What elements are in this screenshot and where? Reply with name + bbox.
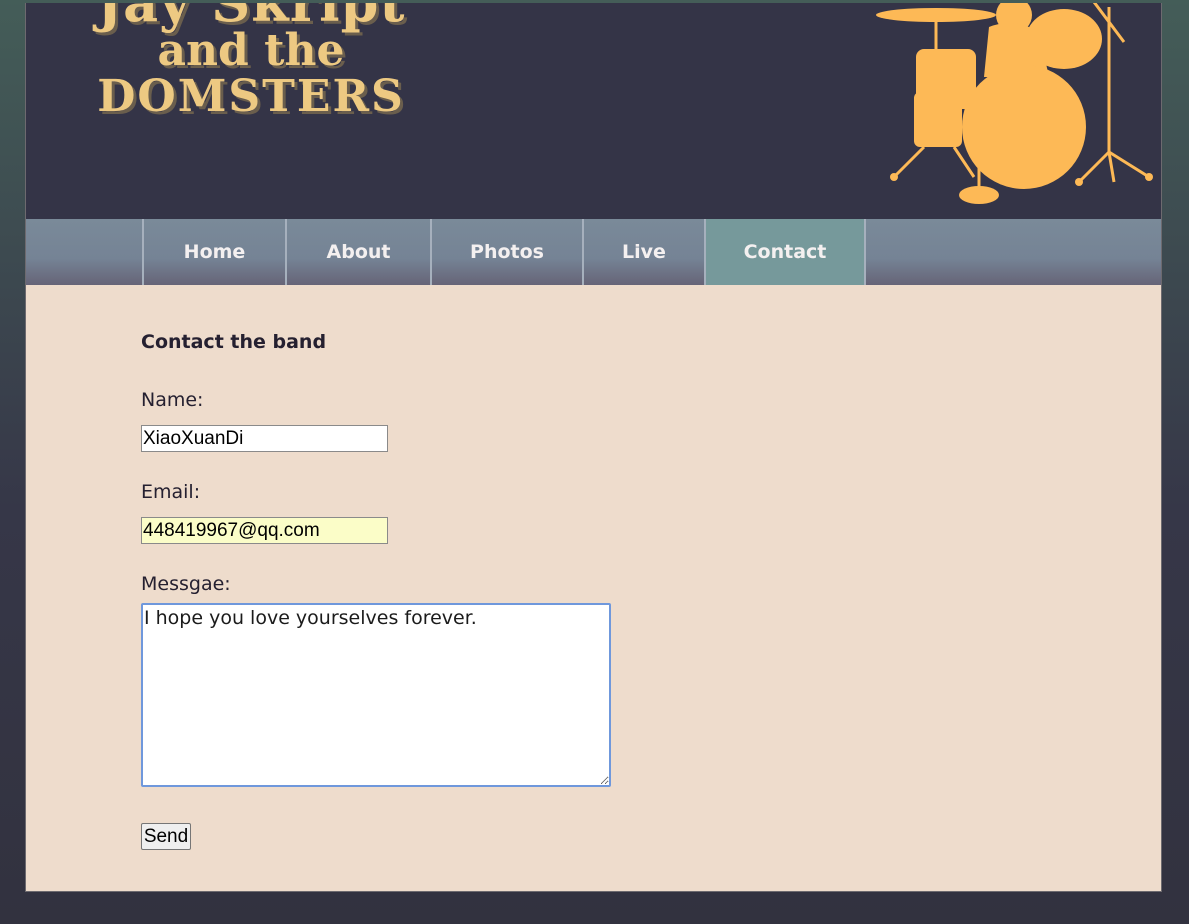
nav-item-home[interactable]: Home: [142, 219, 285, 285]
nav-item-contact[interactable]: Contact: [704, 219, 866, 285]
band-logo[interactable]: Jay Skript and the DOMSTERS: [71, 3, 431, 119]
page-container: Jay Skript and the DOMSTERS: [25, 3, 1162, 892]
drum-kit-icon: [876, 3, 1153, 204]
page-title: Contact the band: [141, 331, 327, 353]
site-header: Jay Skript and the DOMSTERS: [26, 3, 1161, 219]
logo-line-2: and the: [157, 25, 345, 76]
name-label: Name:: [141, 389, 204, 411]
logo-line-3: DOMSTERS: [97, 71, 405, 122]
message-textarea[interactable]: I hope you love yourselves forever.: [141, 603, 611, 787]
nav-item-live[interactable]: Live: [582, 219, 704, 285]
message-label: Messgae:: [141, 573, 231, 595]
email-field[interactable]: [141, 517, 388, 544]
nav-item-photos[interactable]: Photos: [430, 219, 582, 285]
email-label: Email:: [141, 481, 201, 503]
send-button[interactable]: Send: [141, 823, 191, 850]
main-nav: Home About Photos Live Contact: [26, 219, 1161, 285]
name-field[interactable]: [141, 425, 388, 452]
nav-item-about[interactable]: About: [285, 219, 430, 285]
